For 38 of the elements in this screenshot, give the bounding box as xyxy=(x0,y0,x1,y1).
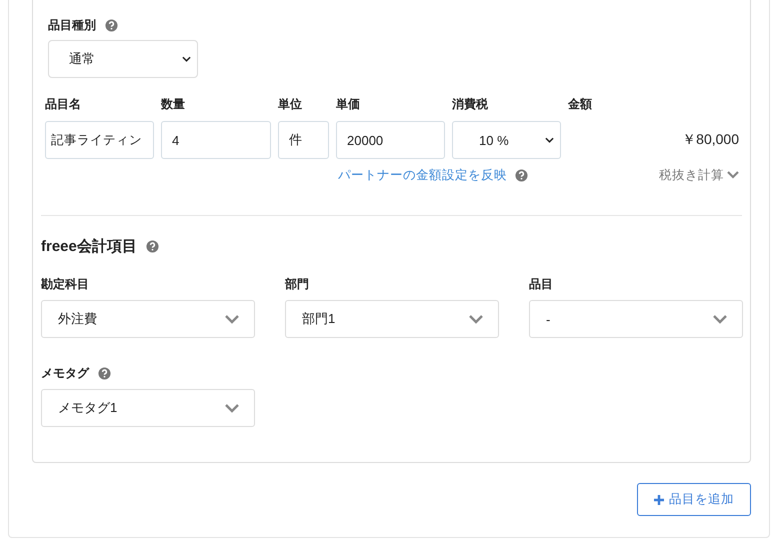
chevron-down-icon xyxy=(468,314,484,324)
column-label: 単価 xyxy=(336,96,361,113)
plus-icon xyxy=(654,494,664,504)
partner-link[interactable]: パートナーの金額設定を反映 xyxy=(338,166,507,184)
amount-value: ￥80,000 xyxy=(682,131,739,149)
tax-select[interactable]: 10 % xyxy=(452,121,561,159)
field-label: 品目 xyxy=(529,276,553,292)
chevron-down-icon xyxy=(224,314,240,324)
input-field[interactable]: 件 xyxy=(278,121,329,159)
dropdown[interactable]: 外注費 xyxy=(41,300,255,338)
field-label: メモタグ xyxy=(41,364,89,382)
field-label: 品目種別 xyxy=(48,16,96,34)
add-item-button[interactable]: 品目を追加 xyxy=(637,483,751,516)
column-label: 品目名 xyxy=(45,96,82,113)
tax-mode-toggle[interactable]: 税抜き計算 xyxy=(659,166,739,184)
caret-icon xyxy=(545,137,554,143)
dropdown[interactable]: 部門1 xyxy=(285,300,499,338)
column-label: 数量 xyxy=(161,96,186,113)
column-label: 金額 xyxy=(568,96,593,113)
item-type-select[interactable]: 通常 xyxy=(48,40,198,78)
column-label: 単位 xyxy=(278,96,303,113)
chevron-down-icon xyxy=(224,403,240,413)
chevron-down-icon xyxy=(727,171,739,179)
help-icon[interactable] xyxy=(146,240,159,252)
input-field[interactable]: 4 xyxy=(161,121,271,159)
help-icon[interactable] xyxy=(98,366,111,380)
chevron-down-icon xyxy=(712,314,728,324)
input-field[interactable]: 記事ライティン xyxy=(45,121,154,159)
dropdown[interactable]: - xyxy=(529,300,743,338)
section-title: freee会計項目 xyxy=(41,236,137,256)
help-icon[interactable] xyxy=(105,18,118,32)
field-label: 勘定科目 xyxy=(41,276,89,292)
help-icon[interactable] xyxy=(515,168,528,182)
dropdown[interactable]: メモタグ1 xyxy=(41,389,255,427)
input-field[interactable]: 20000 xyxy=(336,121,445,159)
caret-icon xyxy=(182,56,191,62)
field-label: 部門 xyxy=(285,276,309,292)
column-label: 消費税 xyxy=(452,96,489,113)
